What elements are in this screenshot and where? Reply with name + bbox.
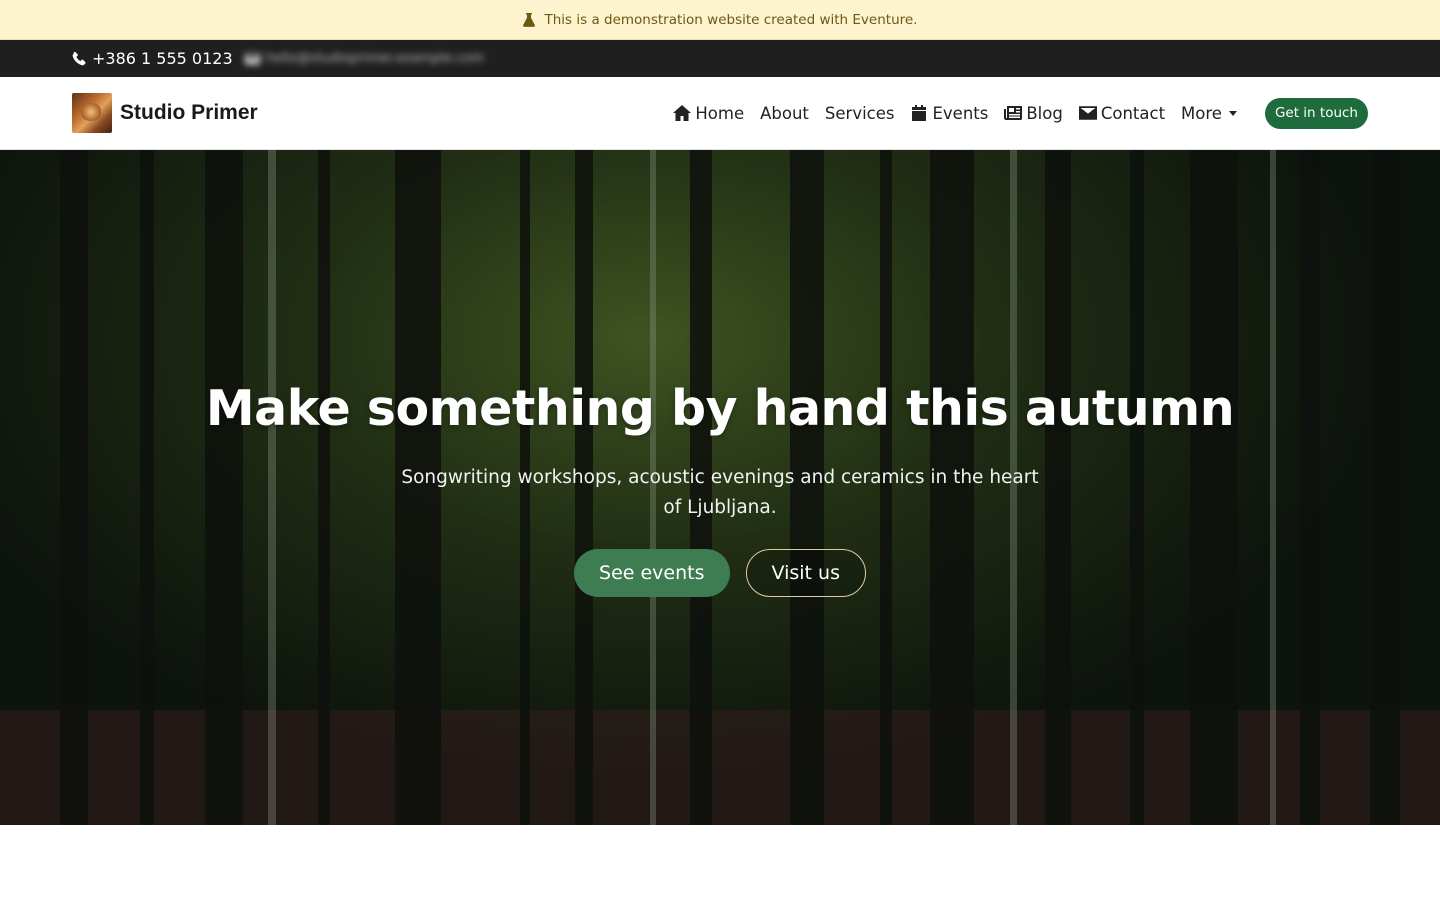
nav-item-services[interactable]: Services (825, 104, 895, 123)
nav-item-about[interactable]: About (760, 104, 809, 123)
nav-item-label: Events (932, 103, 989, 123)
hero-content: Make something by hand this autumn Songw… (0, 380, 1440, 597)
brand-logo (72, 93, 112, 133)
nav-item-more-dropdown[interactable]: More (1181, 104, 1237, 123)
contact-topbar: +386 1 555 0123 hello@studioprimer.examp… (0, 40, 1440, 77)
phone-number: +386 1 555 0123 (92, 49, 233, 68)
caret-down-icon (1228, 110, 1237, 116)
nav-item-label: About (760, 103, 809, 123)
nav-item-label: Contact (1100, 103, 1166, 123)
brand-name: Studio Primer (120, 101, 258, 124)
main-navbar: Studio Primer Home About Services Events… (0, 77, 1440, 150)
nav-item-label: Home (695, 103, 745, 123)
get-in-touch-button[interactable]: Get in touch (1264, 97, 1368, 129)
hero-subtitle: Songwriting workshops, acoustic evenings… (401, 467, 1039, 518)
nav-item-events[interactable]: Events (910, 104, 988, 123)
see-events-button[interactable]: See events (574, 549, 730, 597)
nav-item-label: Blog (1026, 103, 1063, 123)
envelope-icon (1078, 106, 1097, 120)
hero-title: Make something by hand this autumn (205, 380, 1235, 437)
email-link[interactable]: hello@studioprimer.example.com (244, 51, 484, 66)
envelope-icon (244, 52, 260, 65)
hero-section: Make something by hand this autumn Songw… (0, 150, 1440, 825)
nav-item-label: More (1181, 103, 1222, 123)
nav-item-home[interactable]: Home (673, 104, 744, 123)
nav-menu: Home About Services Events Blog Contact … (673, 97, 1368, 129)
visit-us-button[interactable]: Visit us (745, 549, 866, 597)
email-address: hello@studioprimer.example.com (265, 51, 484, 66)
hero-buttons: See events Visit us (0, 549, 1440, 597)
newspaper-icon (1004, 106, 1023, 120)
demo-banner-text: This is a demonstration website created … (544, 11, 918, 28)
flask-icon (522, 12, 535, 27)
calendar-icon (912, 105, 927, 121)
phone-link[interactable]: +386 1 555 0123 (72, 49, 233, 68)
demo-banner: This is a demonstration website created … (0, 0, 1440, 40)
phone-icon (72, 51, 86, 66)
nav-item-blog[interactable]: Blog (1004, 103, 1063, 123)
brand-link[interactable]: Studio Primer (72, 93, 258, 133)
nav-item-label: Services (824, 103, 895, 123)
home-icon (673, 105, 692, 121)
nav-item-contact[interactable]: Contact (1078, 103, 1166, 123)
